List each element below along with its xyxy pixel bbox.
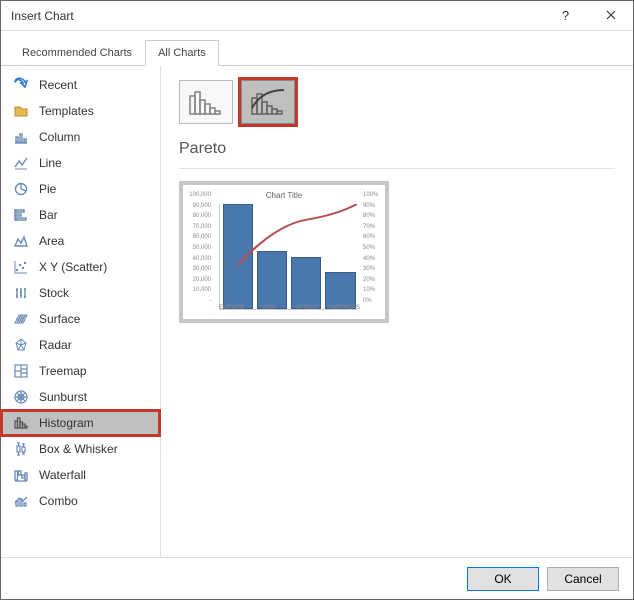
sidebar-item-label: Line <box>39 156 62 170</box>
sidebar-item-label: Box & Whisker <box>39 442 118 456</box>
sidebar-item-radar[interactable]: Radar <box>1 332 160 358</box>
sidebar-item-label: Column <box>39 130 80 144</box>
sidebar-item-bar[interactable]: Bar <box>1 202 160 228</box>
subtype-pareto[interactable] <box>241 80 295 124</box>
sidebar-item-templates[interactable]: Templates <box>1 98 160 124</box>
sidebar-item-surface[interactable]: Surface <box>1 306 160 332</box>
preview-bar <box>291 257 321 310</box>
preview-bar <box>325 272 355 309</box>
preview-yaxis-left: 100,000 90,000 80,000 70,000 60,000 50,0… <box>185 195 213 301</box>
preview-plotarea <box>219 204 357 310</box>
waterfall-icon <box>13 467 29 483</box>
scatter-icon <box>13 259 29 275</box>
chart-type-sidebar: Recent Templates Column Line Pie Bar Are… <box>1 66 161 564</box>
sidebar-item-stock[interactable]: Stock <box>1 280 160 306</box>
preview-yaxis-right: 100% 90% 80% 70% 60% 50% 40% 30% 20% 10%… <box>361 195 381 301</box>
main-panel: Pareto Chart Title 100,000 90,000 80,000… <box>161 66 633 564</box>
titlebar: Insert Chart ? <box>1 1 633 31</box>
radar-icon <box>13 337 29 353</box>
subtype-pareto-icon <box>248 86 288 118</box>
recent-icon <box>13 77 29 93</box>
chart-subtype-title: Pareto <box>179 140 615 158</box>
sidebar-item-scatter[interactable]: X Y (Scatter) <box>1 254 160 280</box>
boxwhisker-icon <box>13 441 29 457</box>
close-icon <box>606 8 616 23</box>
sidebar-item-combo[interactable]: Combo <box>1 488 160 514</box>
sidebar-item-treemap[interactable]: Treemap <box>1 358 160 384</box>
sidebar-item-label: Stock <box>39 286 69 300</box>
sidebar-item-label: Templates <box>39 104 94 118</box>
sunburst-icon <box>13 389 29 405</box>
preview-bar <box>223 204 253 309</box>
sidebar-item-column[interactable]: Column <box>1 124 160 150</box>
tab-all-charts[interactable]: All Charts <box>145 40 219 66</box>
chart-subtype-row <box>179 80 615 124</box>
sidebar-item-boxwhisker[interactable]: Box & Whisker <box>1 436 160 462</box>
sidebar-item-label: Recent <box>39 78 77 92</box>
surface-icon <box>13 311 29 327</box>
sidebar-item-sunburst[interactable]: Sunburst <box>1 384 160 410</box>
templates-icon <box>13 103 29 119</box>
preview-chart-title: Chart Title <box>189 191 379 200</box>
sidebar-item-label: Pie <box>39 182 56 196</box>
sidebar-item-label: Radar <box>39 338 72 352</box>
line-icon <box>13 155 29 171</box>
treemap-icon <box>13 363 29 379</box>
stock-icon <box>13 285 29 301</box>
sidebar-item-label: Histogram <box>39 416 94 430</box>
area-icon <box>13 233 29 249</box>
sidebar-item-label: Waterfall <box>39 468 86 482</box>
tab-recommended[interactable]: Recommended Charts <box>9 40 145 66</box>
sidebar-item-label: Combo <box>39 494 78 508</box>
sidebar-item-line[interactable]: Line <box>1 150 160 176</box>
combo-icon <box>13 493 29 509</box>
pie-icon <box>13 181 29 197</box>
sidebar-item-histogram[interactable]: Histogram <box>1 410 160 436</box>
sidebar-item-label: X Y (Scatter) <box>39 260 107 274</box>
preview-bar <box>257 251 287 309</box>
sidebar-item-recent[interactable]: Recent <box>1 72 160 98</box>
sidebar-item-area[interactable]: Area <box>1 228 160 254</box>
help-button[interactable]: ? <box>543 1 588 31</box>
sidebar-item-label: Area <box>39 234 64 248</box>
cancel-button[interactable]: Cancel <box>547 567 619 591</box>
sidebar-item-label: Sunburst <box>39 390 87 404</box>
preview-xaxis: EUROPE ASIA AFRICA AMERICAS <box>213 305 363 317</box>
window-title: Insert Chart <box>11 9 543 23</box>
sidebar-item-label: Treemap <box>39 364 87 378</box>
sidebar-item-label: Bar <box>39 208 58 222</box>
content-area: Recent Templates Column Line Pie Bar Are… <box>1 66 633 564</box>
chart-preview[interactable]: Chart Title 100,000 90,000 80,000 70,000… <box>179 181 389 323</box>
divider <box>179 168 615 169</box>
subtype-histogram-icon <box>186 86 226 118</box>
histogram-icon <box>13 415 29 431</box>
bar-icon <box>13 207 29 223</box>
column-icon <box>13 129 29 145</box>
sidebar-item-label: Surface <box>39 312 80 326</box>
tab-strip: Recommended Charts All Charts <box>1 33 633 66</box>
ok-button[interactable]: OK <box>467 567 539 591</box>
sidebar-item-pie[interactable]: Pie <box>1 176 160 202</box>
close-button[interactable] <box>588 1 633 31</box>
sidebar-item-waterfall[interactable]: Waterfall <box>1 462 160 488</box>
dialog-footer: OK Cancel <box>1 557 633 599</box>
subtype-histogram[interactable] <box>179 80 233 124</box>
help-icon: ? <box>562 8 569 23</box>
